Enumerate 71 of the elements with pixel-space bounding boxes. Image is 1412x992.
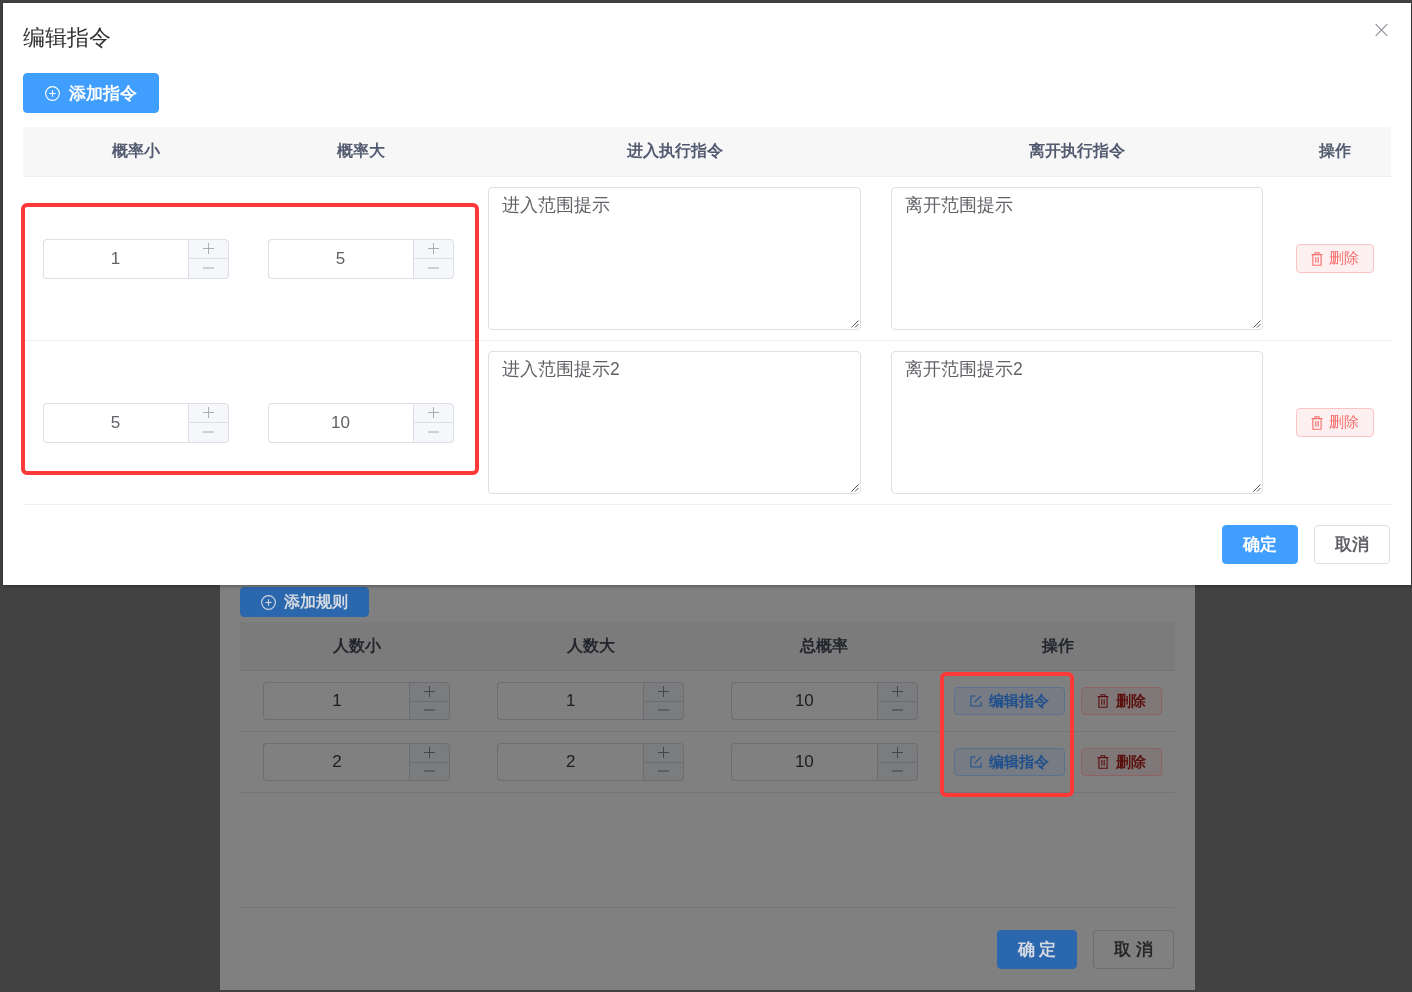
number-field[interactable]: 5 <box>267 238 413 279</box>
number-field[interactable]: 10 <box>730 682 877 720</box>
increment-button[interactable] <box>876 682 918 702</box>
trash-icon <box>1097 755 1110 769</box>
cancel-button[interactable]: 取 消 <box>1093 930 1174 969</box>
increment-button[interactable] <box>876 743 918 763</box>
textarea-field[interactable]: 进入范围提示2 <box>488 351 861 494</box>
textarea-field[interactable]: 离开范围提示 <box>891 187 1263 330</box>
minus-icon <box>202 431 214 434</box>
plus-icon <box>891 747 903 759</box>
number-field[interactable]: 1 <box>42 238 188 279</box>
plus-icon <box>427 243 439 255</box>
number-field[interactable]: 2 <box>497 743 644 781</box>
textarea-field[interactable]: 进入范围提示 <box>488 187 861 330</box>
close-icon[interactable] <box>1375 23 1388 37</box>
column-header: 总概率 <box>707 622 942 671</box>
plus-circle-icon <box>261 594 276 610</box>
number-field[interactable]: 10 <box>730 743 877 781</box>
edit-icon <box>970 756 983 768</box>
column-header: 操作 <box>941 622 1175 671</box>
plus-icon <box>202 407 214 419</box>
column-header: 概率小 <box>23 127 248 177</box>
plus-circle-icon <box>45 85 60 101</box>
plus-icon <box>658 747 670 759</box>
increment-button[interactable] <box>643 743 685 763</box>
plus-icon <box>891 686 903 698</box>
column-header: 人数小 <box>240 622 474 671</box>
number-field[interactable]: 2 <box>263 743 410 781</box>
add-command-button[interactable]: 添加指令 <box>23 73 159 113</box>
column-header: 概率大 <box>248 127 473 177</box>
trash-icon <box>1310 251 1323 266</box>
confirm-button[interactable]: 确 定 <box>996 930 1078 969</box>
edit-icon <box>970 695 983 707</box>
number-field[interactable]: 5 <box>42 402 188 443</box>
number-field[interactable]: 1 <box>497 682 644 720</box>
add-rule-button[interactable]: 添加规则 <box>240 587 369 617</box>
plus-icon <box>658 686 670 698</box>
resize-grip-icon[interactable] <box>1253 484 1261 492</box>
minus-icon <box>427 431 439 434</box>
resize-grip-icon[interactable] <box>851 484 859 492</box>
column-header: 离开执行指令 <box>876 127 1278 177</box>
number-field[interactable]: 10 <box>267 402 413 443</box>
plus-icon <box>427 407 439 419</box>
number-field[interactable]: 1 <box>263 682 410 720</box>
decrement-button[interactable] <box>643 701 685 720</box>
increment-button[interactable] <box>643 682 685 702</box>
increment-button[interactable] <box>409 682 451 702</box>
delete-button[interactable]: 删除 <box>1295 408 1374 437</box>
delete-button[interactable]: 删除 <box>1081 748 1163 776</box>
column-header: 人数大 <box>473 622 708 671</box>
decrement-button[interactable] <box>409 701 451 720</box>
cancel-button[interactable]: 取消 <box>1314 525 1390 564</box>
confirm-button[interactable]: 确定 <box>1222 525 1298 564</box>
column-header: 进入执行指令 <box>473 127 876 177</box>
plus-icon <box>202 243 214 255</box>
plus-icon <box>424 747 436 759</box>
resize-grip-icon[interactable] <box>851 320 859 328</box>
plus-icon <box>424 686 436 698</box>
minus-icon <box>427 267 439 270</box>
minus-icon <box>202 267 214 270</box>
dialog-title: 编辑指令 <box>23 24 111 52</box>
resize-grip-icon[interactable] <box>1253 320 1261 328</box>
increment-button[interactable] <box>409 743 451 763</box>
column-header: 操作 <box>1278 127 1391 177</box>
trash-icon <box>1310 415 1323 430</box>
textarea-field[interactable]: 离开范围提示2 <box>891 351 1263 494</box>
trash-icon <box>1097 694 1110 708</box>
delete-button[interactable]: 删除 <box>1295 244 1374 273</box>
decrement-button[interactable] <box>409 762 451 781</box>
delete-button[interactable]: 删除 <box>1081 687 1163 715</box>
decrement-button[interactable] <box>643 762 685 781</box>
